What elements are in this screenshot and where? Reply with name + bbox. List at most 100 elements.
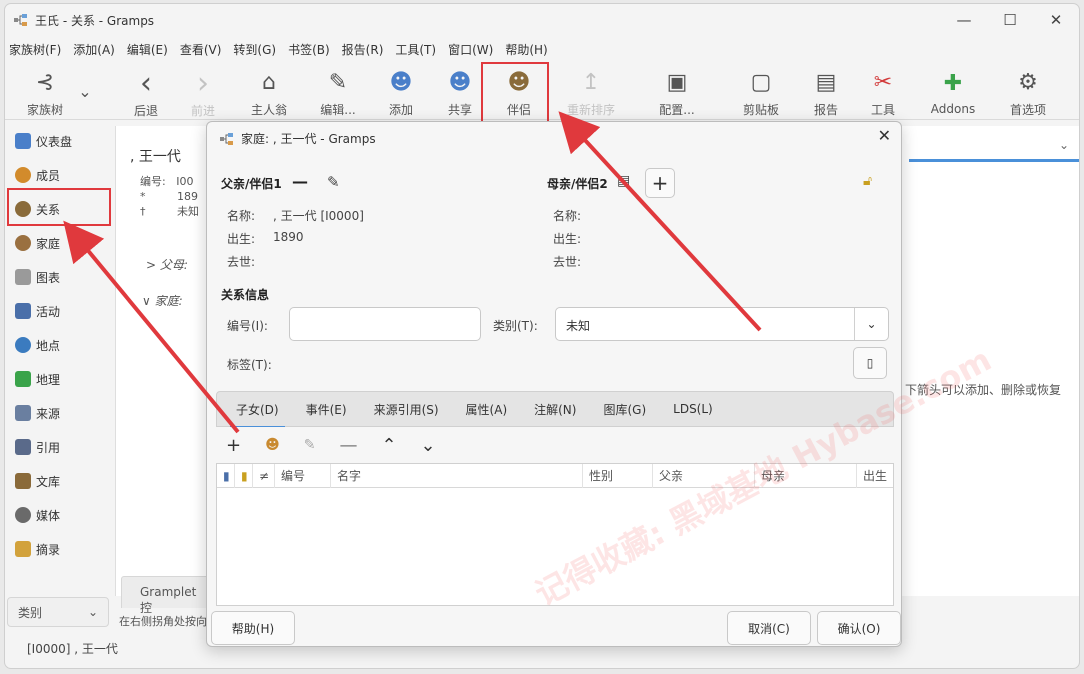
menu-reports[interactable]: 报告(R)	[342, 41, 384, 58]
column-name[interactable]: 名字	[331, 464, 583, 488]
tab-gallery[interactable]: 图库(G)	[603, 395, 646, 424]
edit-icon: ✎	[328, 70, 348, 95]
chevron-down-icon: ⌄	[87, 605, 98, 619]
sidebar-item-charts[interactable]: 图表	[5, 262, 113, 292]
configure-button[interactable]: ▣ 配置...	[647, 64, 707, 118]
tools-button[interactable]: ✂ 工具	[853, 64, 913, 118]
gramplet-tab[interactable]: Gramplet 控	[121, 576, 213, 615]
mother-label: 母亲/伴侣2	[547, 177, 608, 191]
cancel-button[interactable]: 取消(C)	[727, 611, 811, 645]
report-icon: ▤	[815, 70, 837, 95]
lock-icon: ▮	[241, 469, 248, 483]
id-label: 编号(I):	[227, 319, 268, 333]
sidebar: 仪表盘 成员 关系 家庭 图表 活动 地点 地理 来源 引用 文库 媒体 摘录	[5, 122, 113, 557]
help-button[interactable]: 帮助(H)	[211, 611, 295, 645]
chevron-down-icon[interactable]: ⌄	[854, 308, 888, 340]
back-icon: ‹	[140, 65, 152, 101]
share-child-icon[interactable]: ☻	[265, 437, 280, 453]
tab-attributes[interactable]: 属性(A)	[466, 395, 508, 424]
sidebar-item-events[interactable]: 活动	[5, 296, 113, 326]
parents-expander[interactable]: > 父母:	[146, 256, 188, 273]
sidebar-item-families[interactable]: 家庭	[5, 228, 113, 258]
minimize-button[interactable]: —	[941, 4, 987, 36]
reorder-icon: ↥	[581, 70, 601, 95]
maximize-button[interactable]: ☐	[987, 4, 1033, 36]
family-trees-button[interactable]: ⊰ 家族树	[15, 64, 75, 118]
column-gender[interactable]: 性别	[583, 464, 653, 488]
add-button[interactable]: ☻ 添加	[371, 64, 431, 118]
sidebar-item-people[interactable]: 成员	[5, 160, 113, 190]
view-dropdown[interactable]: ⌄	[909, 132, 1079, 162]
column-father[interactable]: 父亲	[653, 464, 755, 488]
menu-bookmarks[interactable]: 书签(B)	[288, 41, 330, 58]
type-combo[interactable]: 未知 ⌄	[555, 307, 889, 341]
sidebar-item-sources[interactable]: 来源	[5, 398, 113, 428]
tag-icon: ▯	[866, 356, 874, 370]
remove-father-button[interactable]: —	[292, 172, 308, 191]
dialog-title-bar: 家庭: , 王一代 - Gramps	[219, 130, 376, 147]
chevron-down-icon: ⌄	[78, 81, 92, 101]
tab-events[interactable]: 事件(E)	[306, 395, 347, 424]
tab-children[interactable]: 子女(D)	[230, 395, 285, 429]
tab-citations[interactable]: 来源引用(S)	[374, 395, 439, 424]
column-birth[interactable]: 出生	[857, 464, 893, 488]
menu-windows[interactable]: 窗口(W)	[448, 41, 493, 58]
menu-go[interactable]: 转到(G)	[233, 41, 276, 58]
addons-button[interactable]: ✚ Addons	[923, 64, 983, 118]
relationship-info-heading: 关系信息	[221, 288, 270, 302]
column-mother[interactable]: 母亲	[755, 464, 857, 488]
private-lock-icon[interactable]: 🔓︎	[863, 173, 872, 189]
ok-button[interactable]: 确认(O)	[817, 611, 901, 645]
menu-tools[interactable]: 工具(T)	[395, 41, 436, 58]
tab-notes[interactable]: 注解(N)	[534, 395, 576, 424]
edit-father-icon[interactable]: ✎	[327, 173, 340, 191]
reorder-button[interactable]: ↥ 重新排序	[561, 64, 621, 118]
edit-button[interactable]: ✎ 编辑...	[308, 64, 368, 118]
home-person-button[interactable]: ⌂ 主人翁	[239, 64, 299, 118]
column-id[interactable]: 编号	[275, 464, 331, 488]
tools-icon: ✂	[873, 70, 893, 95]
column-number[interactable]: ≠	[253, 464, 275, 488]
father-death-label: 去世:	[227, 255, 256, 269]
column-lock[interactable]: ▮	[235, 464, 253, 488]
menu-edit[interactable]: 编辑(E)	[127, 41, 168, 58]
notes-icon	[15, 541, 31, 557]
select-mother-icon[interactable]: ▤	[617, 173, 630, 189]
back-button[interactable]: ‹ 后退	[116, 64, 176, 119]
move-up-icon[interactable]: ⌃	[381, 435, 396, 456]
citations-icon	[15, 439, 31, 455]
tree-menu-button[interactable]: ⌄	[67, 64, 103, 118]
sidebar-item-geography[interactable]: 地理	[5, 364, 113, 394]
family-expander[interactable]: ∨ 家庭:	[142, 292, 183, 309]
sidebar-item-repositories[interactable]: 文库	[5, 466, 113, 496]
move-down-icon[interactable]: ⌄	[421, 435, 436, 456]
edit-tags-button[interactable]: ▯	[853, 347, 887, 379]
tab-lds[interactable]: LDS(L)	[673, 396, 713, 422]
clipboard-button[interactable]: ▢ 剪贴板	[731, 64, 791, 118]
sidebar-item-notes[interactable]: 摘录	[5, 534, 113, 564]
edit-child-icon[interactable]: ✎	[304, 437, 316, 453]
menu-add[interactable]: 添加(A)	[73, 41, 115, 58]
column-private[interactable]: ▮	[217, 464, 235, 488]
sidebar-item-places[interactable]: 地点	[5, 330, 113, 360]
dialog-close-icon[interactable]: ✕	[878, 126, 891, 145]
sidebar-item-dashboard[interactable]: 仪表盘	[5, 126, 113, 156]
preferences-button[interactable]: ⚙ 首选项	[998, 64, 1058, 118]
sidebar-item-media[interactable]: 媒体	[5, 500, 113, 530]
add-mother-button[interactable]: +	[645, 168, 675, 198]
share-icon: ☻	[448, 70, 472, 95]
category-select[interactable]: 类别 ⌄	[7, 597, 109, 627]
menu-help[interactable]: 帮助(H)	[505, 41, 547, 58]
status-bar: [I0000] , 王一代	[27, 642, 118, 656]
add-child-button[interactable]: +	[226, 435, 241, 456]
title-bar: 王氏 - 关系 - Gramps	[5, 4, 1079, 36]
menu-view[interactable]: 查看(V)	[180, 41, 222, 58]
close-button[interactable]: ✕	[1033, 4, 1079, 36]
reports-button[interactable]: ▤ 报告	[796, 64, 856, 118]
id-field[interactable]	[289, 307, 481, 341]
sidebar-item-citations[interactable]: 引用	[5, 432, 113, 462]
remove-child-button[interactable]: —	[339, 435, 357, 456]
chevron-down-icon: ⌄	[1058, 138, 1069, 152]
forward-button[interactable]: › 前进	[173, 64, 233, 119]
menu-family-tree[interactable]: 家族树(F)	[9, 41, 61, 58]
